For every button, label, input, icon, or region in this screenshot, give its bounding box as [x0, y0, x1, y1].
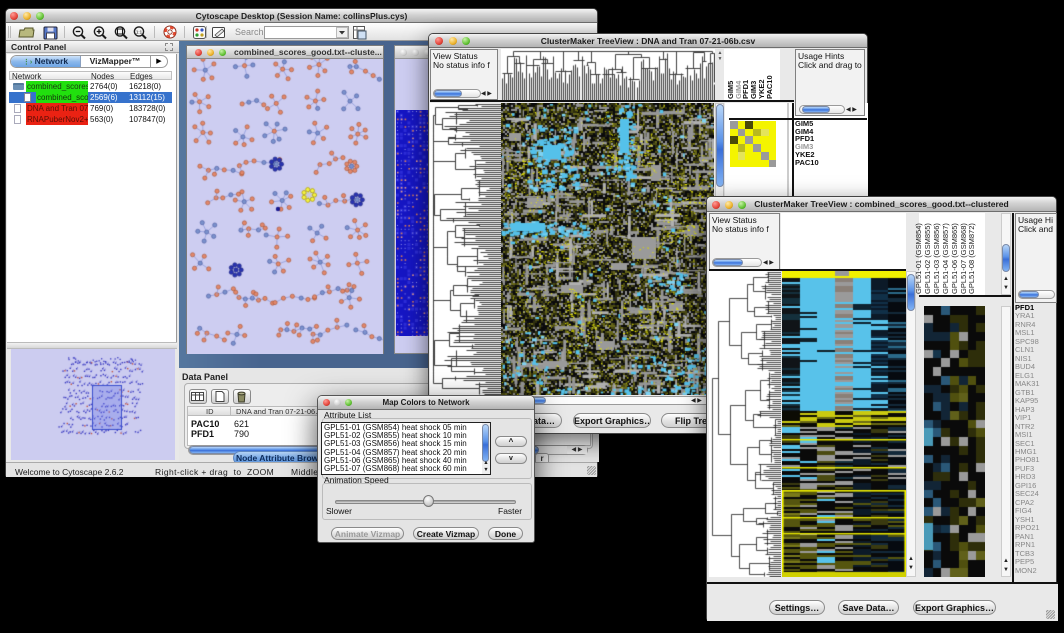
svg-text:1:1: 1:1 [136, 30, 143, 35]
svg-text:Search:: Search: [235, 27, 266, 37]
